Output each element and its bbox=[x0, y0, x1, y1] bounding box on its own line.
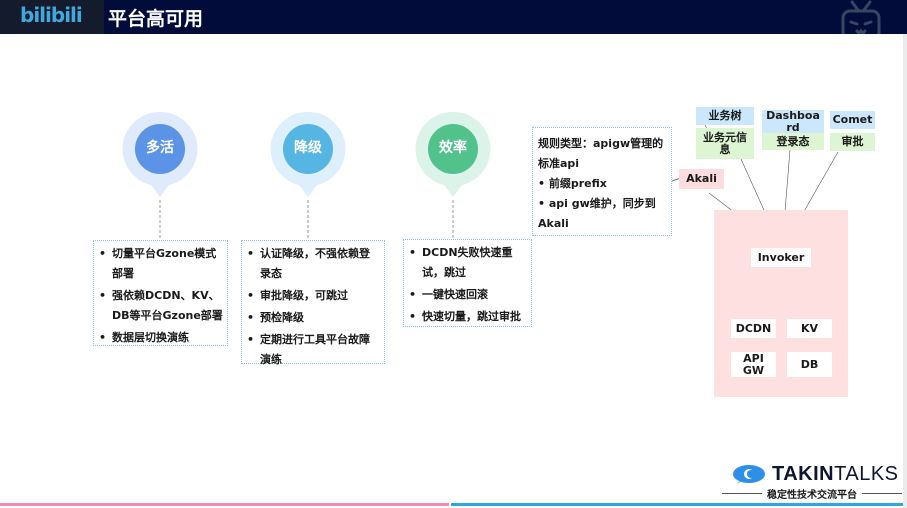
divider bbox=[862, 493, 902, 494]
target-kv: KV bbox=[787, 319, 832, 338]
takintalks-brand: TAKINTALKS 稳定性技术交流平台 bbox=[722, 462, 902, 502]
pillar-label: 降级 bbox=[294, 140, 322, 156]
list-item: 审批降级，可跳过 bbox=[246, 286, 380, 306]
pillar-card-duohuo: 切量平台Gzone模式部署 强依赖DCDN、KV、DB等平台Gzone部署 数据… bbox=[93, 240, 228, 348]
list-item: 定期进行工具平台故障演练 bbox=[246, 330, 380, 370]
list-item: 一键快速回滚 bbox=[408, 285, 527, 305]
target-dcdn: DCDN bbox=[731, 319, 776, 338]
target-db: DB bbox=[787, 352, 832, 377]
pillar-pin-xiaolv: 效率 bbox=[414, 110, 492, 202]
pillar-pin-jiangji: 降级 bbox=[269, 110, 347, 202]
source-bottom-biz-meta: 业务元信息 bbox=[696, 128, 754, 159]
logo-text: bilibili bbox=[20, 3, 83, 27]
invoker-node: Invoker bbox=[751, 248, 811, 267]
footer-bar-pink bbox=[0, 503, 449, 506]
source-bottom-approval: 审批 bbox=[830, 133, 875, 151]
page-title: 平台高可用 bbox=[108, 8, 204, 30]
rule-item: • api gw维护，同步到Akali bbox=[538, 197, 656, 230]
tv-mascot-icon bbox=[841, 0, 881, 34]
list-item: 预检降级 bbox=[246, 308, 380, 328]
bilibili-logo: bilibili bbox=[0, 0, 104, 34]
target-api-gw: API GW bbox=[731, 352, 776, 377]
rule-item: • 前缀prefix bbox=[538, 177, 607, 190]
list-item: 切量平台Gzone模式部署 bbox=[98, 244, 223, 284]
speech-bubble-icon bbox=[733, 465, 765, 484]
list-item: 快速切量，跳过审批 bbox=[408, 307, 527, 327]
brand-slogan-row: 稳定性技术交流平台 bbox=[722, 486, 902, 501]
list-item: DCDN失败快速重试，跳过 bbox=[408, 243, 527, 283]
brand-name: TAKINTALKS bbox=[772, 463, 899, 485]
pillar-card-xiaolv: DCDN失败快速重试，跳过 一键快速回滚 快速切量，跳过审批 bbox=[403, 239, 532, 327]
header-bar: bilibili 平台高可用 bbox=[0, 0, 907, 34]
right-edge-strip bbox=[903, 34, 907, 508]
list-item: 数据层切换演练 bbox=[98, 328, 223, 348]
brand-slogan: 稳定性技术交流平台 bbox=[767, 490, 857, 501]
rule-type-card: 规则类型：apigw管理的标准api • 前缀prefix • api gw维护… bbox=[532, 127, 672, 236]
source-top-dashboard: Dashboard bbox=[762, 109, 824, 133]
list-item: 认证降级，不强依赖登录态 bbox=[246, 244, 380, 284]
list-item: 强依赖DCDN、KV、DB等平台Gzone部署 bbox=[98, 286, 223, 326]
pillar-label: 多活 bbox=[146, 140, 174, 156]
akali-node: Akali bbox=[679, 169, 724, 189]
footer-bar-blue bbox=[451, 503, 903, 506]
source-top-comet: Comet bbox=[830, 111, 875, 129]
pillar-label: 效率 bbox=[439, 140, 467, 156]
divider bbox=[722, 493, 762, 494]
source-top-biz-tree: 业务树 bbox=[696, 107, 754, 125]
pillar-card-jiangji: 认证降级，不强依赖登录态 审批降级，可跳过 预检降级 定期进行工具平台故障演练 bbox=[241, 240, 385, 366]
pillar-pin-duohuo: 多活 bbox=[121, 110, 199, 202]
rule-title: 规则类型：apigw管理的标准api bbox=[538, 137, 664, 170]
source-bottom-login: 登录态 bbox=[762, 133, 824, 150]
